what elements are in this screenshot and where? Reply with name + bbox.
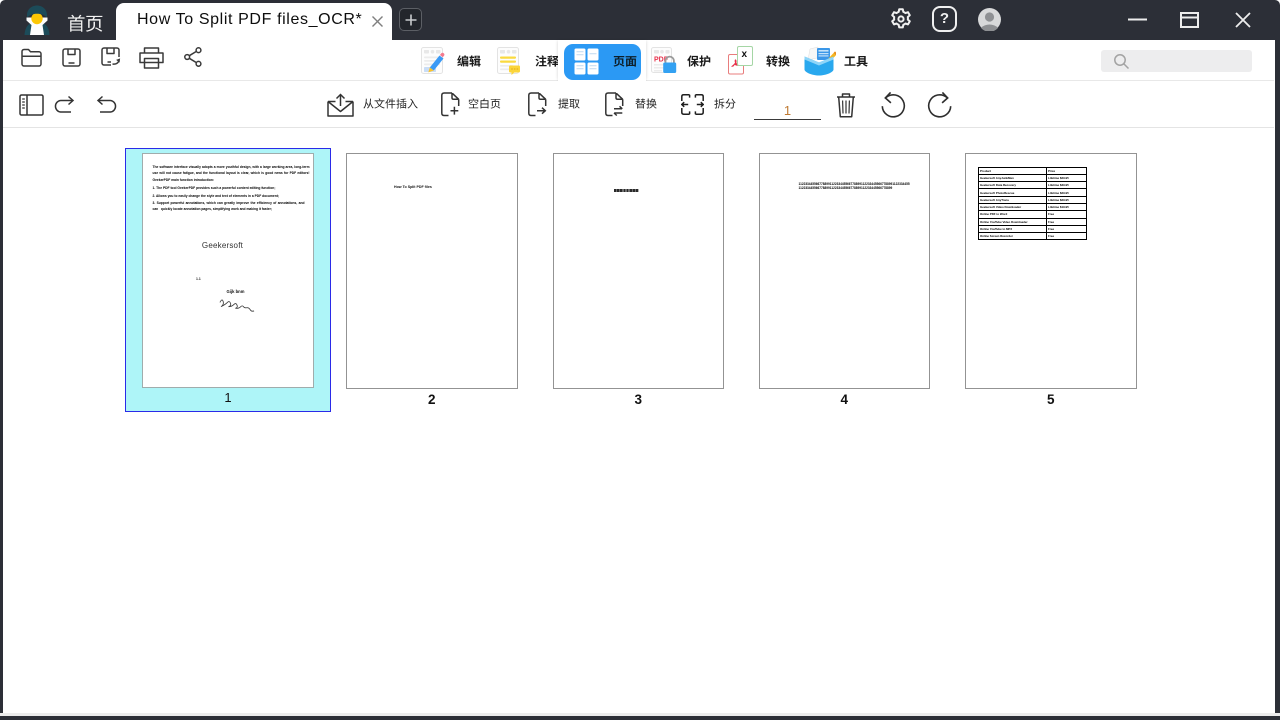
svg-text:x: x (742, 49, 748, 60)
